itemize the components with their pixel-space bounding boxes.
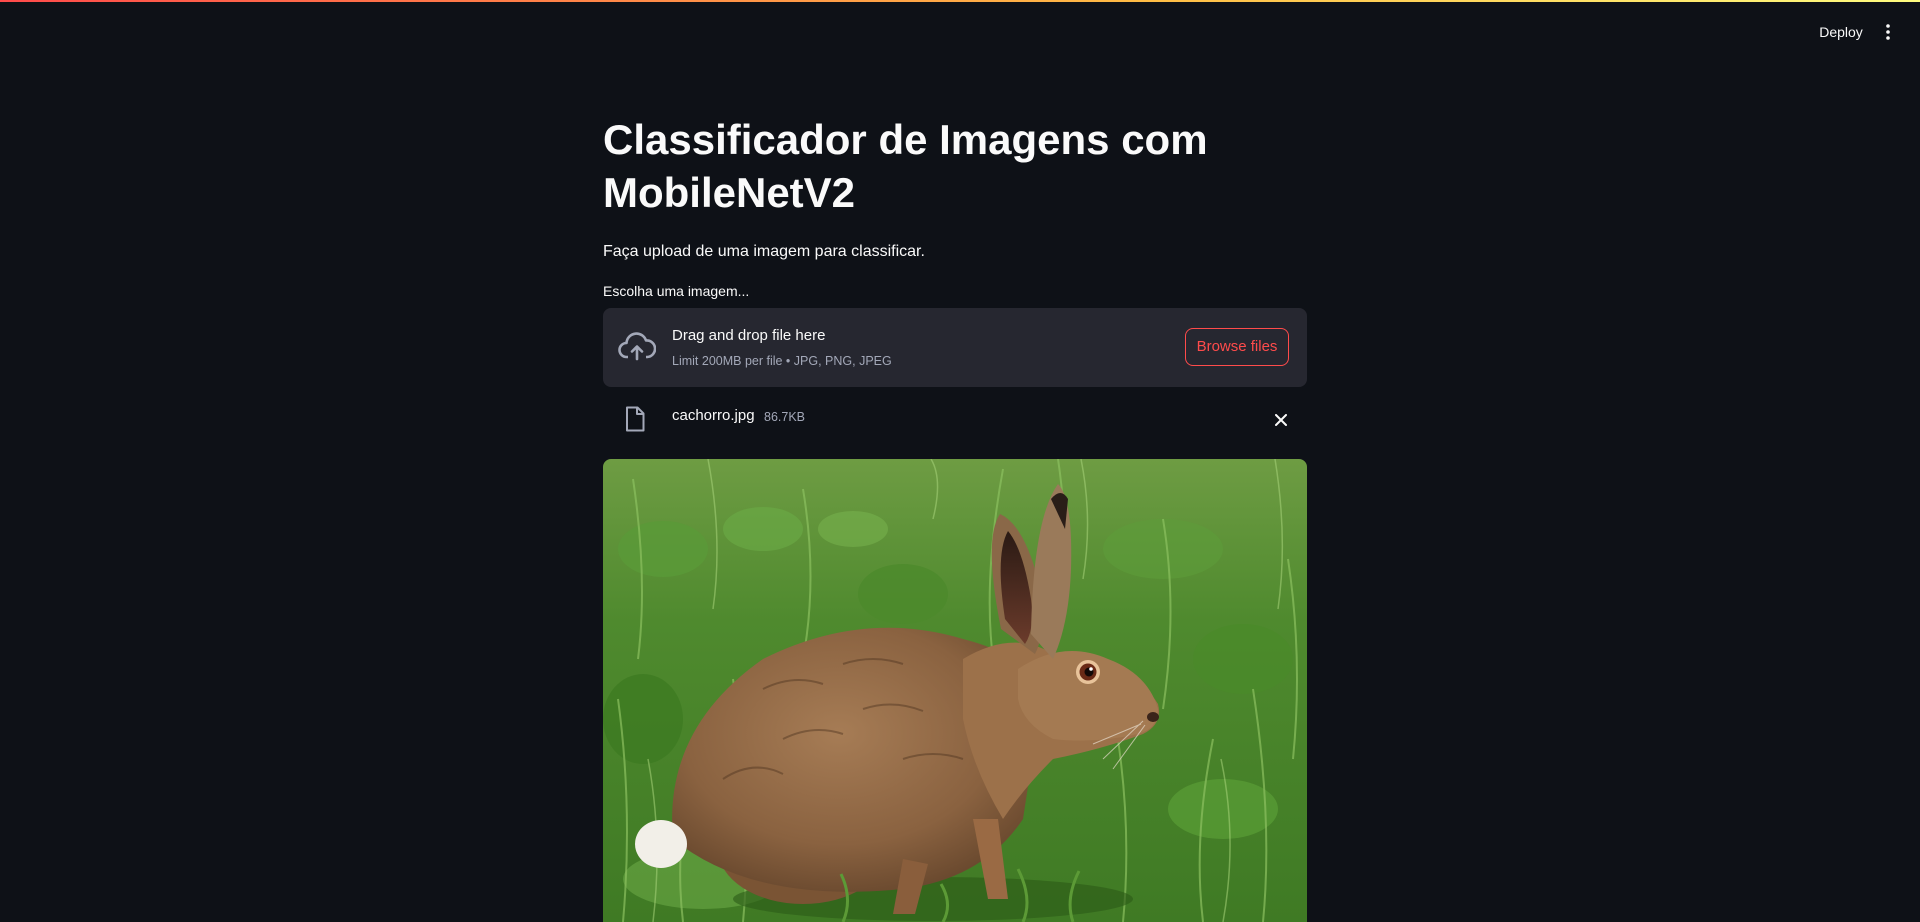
file-uploader-label: Escolha uma imagem...: [603, 283, 750, 299]
page-subtitle: Faça upload de uma imagem para classific…: [603, 243, 925, 260]
hare-photo: [603, 459, 1307, 922]
uploaded-file-row: cachorro.jpg 86.7KB: [603, 400, 1307, 440]
close-icon: [1275, 414, 1287, 426]
uploaded-file-size: 86.7KB: [764, 410, 806, 424]
cloud-upload-icon: [618, 332, 656, 361]
dropzone-limit-text: Limit 200MB per file • JPG, PNG, JPEG: [672, 354, 892, 368]
vertical-dots-icon: [1886, 24, 1890, 40]
file-icon: [626, 406, 645, 432]
page-title: Classificador de Imagens com MobileNetV2: [603, 116, 1208, 216]
browse-files-button[interactable]: Browse files: [1185, 328, 1289, 366]
remove-file-button[interactable]: [1269, 408, 1293, 432]
app-header: Deploy: [0, 2, 1920, 58]
main-menu-button[interactable]: [1876, 18, 1900, 46]
uploaded-file-name: cachorro.jpg: [672, 407, 755, 424]
file-dropzone[interactable]: Drag and drop file here Limit 200MB per …: [603, 308, 1307, 387]
dropzone-title: Drag and drop file here: [672, 327, 826, 344]
uploaded-image-preview: [603, 459, 1307, 922]
deploy-button[interactable]: Deploy: [1810, 18, 1872, 46]
